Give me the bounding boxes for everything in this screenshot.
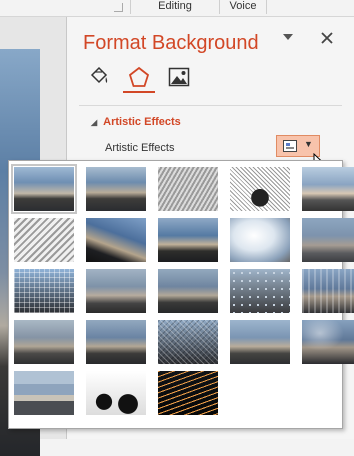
dropdown-arrow-icon: ▼ (304, 139, 313, 149)
ribbon-group-voice[interactable]: Voice (220, 0, 266, 15)
effect-thumbnail-watercolor-sponge[interactable] (86, 269, 146, 313)
effect-thumbnail-line-drawing[interactable] (302, 167, 354, 211)
effect-thumbnail-cutout[interactable] (14, 371, 74, 415)
effect-thumbnail-marker[interactable] (86, 167, 146, 211)
tab-picture[interactable] (167, 65, 191, 89)
section-header-artistic-effects[interactable]: ◢ Artistic Effects (91, 116, 181, 128)
effect-thumbnail-chalk-sketch[interactable] (14, 218, 74, 262)
dialog-launcher-icon[interactable] (114, 3, 123, 12)
effect-thumbnail-mosaic-bubbles[interactable] (230, 269, 290, 313)
section-title: Artistic Effects (103, 116, 181, 128)
effect-thumbnail-texturizer[interactable] (86, 320, 146, 364)
effect-thumbnail-light-screen[interactable] (14, 269, 74, 313)
effect-thumbnail-pencil-sketch[interactable] (230, 167, 290, 211)
effect-thumbnail-glass[interactable] (302, 269, 354, 313)
ribbon-strip: Editing Voice (0, 0, 354, 17)
tab-fill[interactable] (87, 65, 111, 89)
fill-bucket-icon (90, 66, 108, 84)
effect-thumbnail-paint-strokes[interactable] (86, 218, 146, 262)
effect-thumbnail-pastels-smooth[interactable] (230, 320, 290, 364)
pane-divider (79, 105, 342, 106)
pentagon-effects-icon (128, 66, 150, 87)
effect-thumbnail-crisscross-etching[interactable] (158, 320, 218, 364)
effect-thumbnail-paint-brush[interactable] (158, 218, 218, 262)
effect-thumbnail-cement[interactable] (14, 320, 74, 364)
pane-title: Format Background (83, 32, 259, 54)
effect-thumbnail-glow-diffused[interactable] (230, 218, 290, 262)
effect-thumbnail-photocopy[interactable] (86, 371, 146, 415)
artistic-effects-label: Artistic Effects (105, 142, 175, 154)
effect-thumbnail-plastic-wrap[interactable] (302, 320, 354, 364)
artistic-effects-gallery (8, 160, 354, 429)
close-icon[interactable] (321, 28, 333, 49)
artistic-effects-icon (283, 140, 297, 152)
ribbon-group-editing[interactable]: Editing (131, 0, 219, 15)
tab-effects[interactable] (123, 65, 155, 93)
ribbon-separator (266, 0, 267, 14)
effect-thumbnail-film-grain[interactable] (158, 269, 218, 313)
chevron-down-icon[interactable] (283, 33, 293, 44)
effect-thumbnail-blur[interactable] (302, 218, 354, 262)
effect-thumbnail-none[interactable] (11, 164, 77, 214)
picture-icon (168, 67, 190, 87)
effect-thumbnail-pencil-grayscale[interactable] (158, 167, 218, 211)
collapse-triangle-icon[interactable]: ◢ (91, 118, 97, 127)
effect-thumbnail-glow-edges[interactable] (158, 371, 218, 415)
